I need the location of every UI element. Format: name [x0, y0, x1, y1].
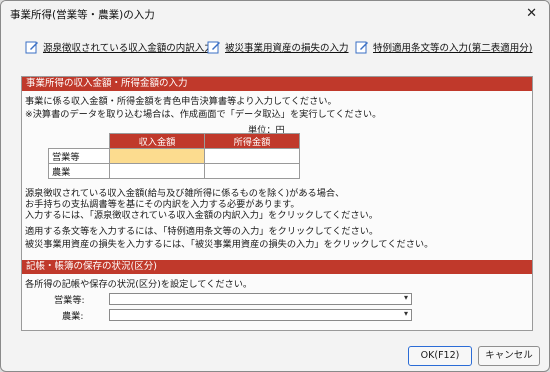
corner-cell: [48, 133, 110, 149]
special-provisions-link[interactable]: 特例適用条文等の入力(第二表適用分): [355, 37, 532, 57]
farm-status-select[interactable]: ▾: [109, 309, 412, 321]
ok-button[interactable]: OK(F12): [408, 346, 472, 366]
title-bar: 事業所得(営業等・農業)の入力 ✕: [1, 1, 549, 27]
link-label: 源泉徴収されている収入金額の内訳入力: [43, 43, 214, 54]
disaster-loss-link[interactable]: 被災事業用資産の損失の入力: [207, 37, 349, 57]
provisions-note: 適用する条文等を入力するには、「特例適用条文等の入力」をクリックしてください。: [25, 226, 379, 237]
business-income-input[interactable]: [204, 148, 300, 164]
bookkeeping-section-header: 記帳・帳簿の保存の状況(区分): [22, 260, 532, 274]
business-revenue-input[interactable]: [109, 148, 205, 164]
chevron-down-icon: ▾: [403, 293, 408, 302]
edit-icon: [355, 41, 368, 54]
dialog-window: 事業所得(営業等・農業)の入力 ✕ 源泉徴収されている収入金額の内訳入力 被災事…: [0, 0, 550, 372]
farm-revenue-input[interactable]: [109, 163, 205, 179]
edit-icon: [25, 41, 38, 54]
withholding-note-3: 入力するには、「源泉徴収されている収入金額の内訳入力」をクリックしてください。: [25, 210, 378, 221]
business-status-select[interactable]: ▾: [109, 293, 412, 305]
business-status-label: 営業等:: [54, 295, 85, 306]
income-section-header: 事業所得の収入金額・所得金額の入力: [22, 77, 532, 91]
revenue-header: 収入金額: [109, 133, 205, 149]
link-label: 被災事業用資産の損失の入力: [225, 43, 349, 54]
income-table: 収入金額 所得金額 営業等 農業: [48, 133, 300, 179]
table-row: 営業等: [48, 148, 300, 164]
income-header: 所得金額: [204, 133, 300, 149]
table-row: 農業: [48, 163, 300, 179]
farm-status-label: 農業:: [62, 311, 84, 322]
row-label: 営業等: [48, 148, 110, 164]
withholding-breakdown-link[interactable]: 源泉徴収されている収入金額の内訳入力: [25, 37, 214, 57]
cancel-button[interactable]: キャンセル: [478, 346, 540, 366]
row-label: 農業: [48, 163, 110, 179]
window-title: 事業所得(営業等・農業)の入力: [10, 9, 155, 21]
link-label: 特例適用条文等の入力(第二表適用分): [373, 43, 533, 54]
import-note: ※決算書のデータを取り込む場合は、作成画面で「データ取込」を実行してください。: [25, 109, 382, 120]
income-instruction: 事業に係る収入金額・所得金額を青色申告決算書等より入力してください。: [25, 96, 337, 107]
input-panel: 事業所得の収入金額・所得金額の入力 事業に係る収入金額・所得金額を青色申告決算書…: [21, 76, 533, 331]
farm-income-input[interactable]: [204, 163, 300, 179]
bookkeeping-instruction: 各所得の記帳や保存の状況(区分)を設定してください。: [25, 279, 253, 290]
edit-icon: [207, 41, 220, 54]
disaster-loss-note: 被災事業用資産の損失を入力するには、「被災事業用資産の損失の入力」をクリックして…: [25, 239, 434, 250]
close-icon[interactable]: ✕: [526, 6, 537, 21]
link-bar: 源泉徴収されている収入金額の内訳入力 被災事業用資産の損失の入力 特例適用条文等…: [1, 37, 549, 59]
chevron-down-icon: ▾: [403, 309, 408, 318]
